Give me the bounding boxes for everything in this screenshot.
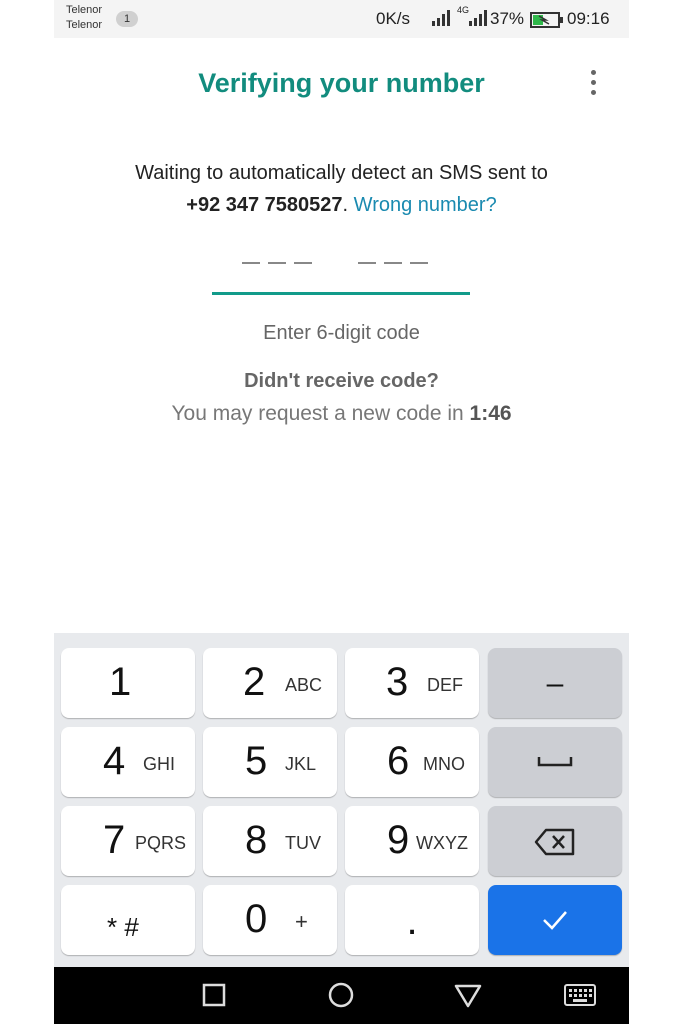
key-letters: PQRS [135, 833, 187, 853]
carrier-2: Telenor [66, 19, 103, 31]
code-slot [268, 262, 286, 264]
page-title: Verifying your number [198, 68, 485, 98]
carrier-1: Telenor [66, 4, 103, 16]
code-slot [294, 262, 312, 264]
wrong-number-link[interactable]: Wrong number? [354, 194, 497, 216]
key-space[interactable] [488, 727, 622, 797]
key-letters: TUV [285, 833, 321, 853]
key-7[interactable]: 7 PQRS [61, 806, 195, 876]
resend-text: You may request a new code in [171, 402, 464, 425]
code-underline [212, 292, 470, 295]
phone-screen: Telenor Telenor 1 0K/s 4G 37% 09:16 Veri… [54, 0, 629, 1024]
clock: 09:16 [567, 9, 610, 28]
key-digit: 5 [245, 739, 268, 783]
navigation-bar [54, 967, 629, 1024]
didnt-receive-label: Didn't receive code? [244, 370, 439, 392]
key-minus[interactable]: – [488, 648, 622, 718]
code-slot [410, 262, 428, 264]
resend-info: You may request a new code in 1:46 [54, 402, 629, 426]
numeric-keyboard: 1 2 ABC 3 DEF – 4 GHI 5 JKL 6 MNO 7 PQRS… [54, 633, 629, 967]
square-icon[interactable] [202, 981, 226, 1009]
key-digit: 4 [103, 739, 126, 783]
signal-icon-2 [469, 10, 487, 26]
signal-icon [432, 10, 450, 26]
more-vert-icon[interactable] [584, 70, 602, 100]
sim-badge: 1 [116, 11, 138, 27]
key-3[interactable]: 3 DEF [345, 648, 479, 718]
circle-icon[interactable] [327, 981, 355, 1009]
key-2[interactable]: 2 ABC [203, 648, 337, 718]
key-letters: + [295, 909, 308, 934]
key-digit: 9 [387, 818, 410, 862]
key-digit: 0 [245, 897, 268, 941]
key-backspace[interactable] [488, 806, 622, 876]
key-0[interactable]: 0 + [203, 885, 337, 955]
key-digit: 6 [387, 739, 410, 783]
key-letters: JKL [285, 754, 317, 774]
phone-number: +92 347 7580527 [186, 194, 343, 216]
key-digit: 7 [103, 818, 126, 862]
triangle-icon[interactable] [454, 981, 482, 1009]
period: . [342, 194, 349, 216]
battery-charging-icon [530, 12, 563, 28]
key-4[interactable]: 4 GHI [61, 727, 195, 797]
key-letters: WXYZ [416, 833, 468, 853]
key-digit: 1 [109, 660, 132, 704]
check-icon [543, 911, 567, 930]
sms-description: Waiting to automatically detect an SMS s… [54, 157, 629, 221]
code-slot [358, 262, 376, 264]
description-text: Waiting to automatically detect an SMS s… [135, 162, 548, 184]
key-9[interactable]: 9 WXYZ [345, 806, 479, 876]
status-bar: Telenor Telenor 1 0K/s 4G 37% 09:16 [54, 0, 629, 38]
key-digit: * # [107, 912, 139, 942]
keyboard-icon[interactable] [564, 983, 596, 1007]
space-icon [537, 757, 573, 767]
key-1[interactable]: 1 [61, 648, 195, 718]
carrier-names: Telenor Telenor [66, 3, 102, 33]
code-hint: Enter 6-digit code [263, 322, 420, 344]
code-slot [384, 262, 402, 264]
key-done[interactable] [488, 885, 622, 955]
backspace-icon [534, 828, 575, 856]
code-input[interactable] [212, 240, 470, 298]
key-6[interactable]: 6 MNO [345, 727, 479, 797]
key-period[interactable]: . [345, 885, 479, 955]
phone-line: +92 347 7580527. Wrong number? [54, 189, 629, 221]
battery-percent: 37% [490, 9, 525, 28]
key-letters: GHI [143, 754, 176, 774]
key-5[interactable]: 5 JKL [203, 727, 337, 797]
network-speed: 0K/s [376, 9, 411, 28]
key-star-hash[interactable]: * # [61, 885, 195, 955]
key-letters: MNO [423, 754, 465, 774]
key-8[interactable]: 8 TUV [203, 806, 337, 876]
code-slot [242, 262, 260, 264]
resend-timer: 1:46 [469, 402, 512, 425]
key-digit: 2 [243, 660, 266, 704]
key-digit: 3 [386, 660, 409, 704]
network-type: 4G [457, 5, 470, 15]
key-digit: 8 [245, 818, 268, 862]
key-digit: – [546, 667, 564, 700]
key-digit: . [406, 899, 418, 943]
key-letters: ABC [285, 675, 323, 695]
key-letters: DEF [427, 675, 463, 695]
